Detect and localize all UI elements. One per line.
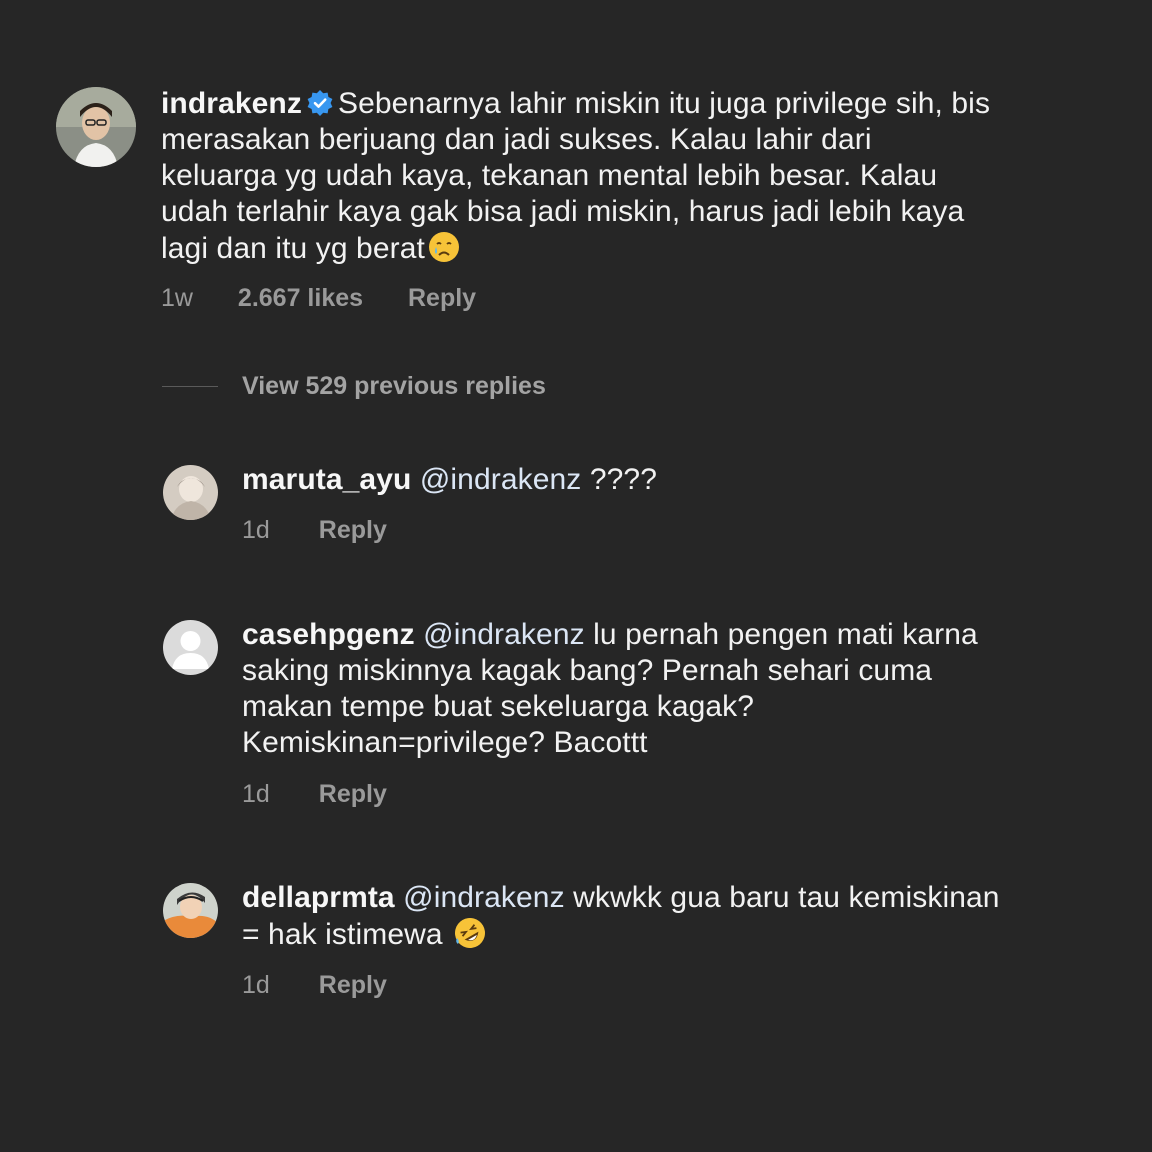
reply-time: 1d (242, 971, 270, 999)
crying-face-emoji (428, 232, 459, 262)
reply-meta: 1d Reply (242, 516, 387, 545)
main-comment: indrakenz Sebenarnya lahir miskin itu jug… (161, 86, 991, 267)
avatar-indrakenz[interactable] (56, 87, 136, 167)
reply-meta: 1d Reply (242, 780, 387, 809)
rolling-on-floor-laughing-emoji (455, 918, 486, 948)
reply-username[interactable]: maruta_ayu (242, 463, 411, 496)
mention-link[interactable]: @indrakenz (420, 463, 582, 496)
reply-body: ???? (581, 463, 657, 496)
reply-button[interactable]: Reply (319, 516, 387, 544)
reply-username[interactable]: casehpgenz (242, 618, 415, 651)
view-replies-label: View 529 previous replies (242, 372, 546, 400)
mention-link[interactable]: @indrakenz (423, 618, 585, 651)
mention-link[interactable]: @indrakenz (403, 881, 565, 914)
reply-comment: dellaprmta @indrakenz wkwkk gua baru tau… (242, 880, 1002, 953)
reply-button[interactable]: Reply (319, 971, 387, 999)
avatar-maruta-ayu[interactable] (163, 465, 218, 520)
avatar-dellaprmta[interactable] (163, 883, 218, 938)
reply-comment: casehpgenz @indrakenz lu pernah pengen m… (242, 617, 1002, 761)
reply-button[interactable]: Reply (408, 284, 476, 312)
verified-badge-icon (307, 90, 333, 116)
view-previous-replies-button[interactable]: View 529 previous replies (162, 372, 546, 401)
comment-likes[interactable]: 2.667 likes (238, 284, 363, 312)
main-comment-meta: 1w 2.667 likes Reply (161, 284, 476, 313)
reply-time: 1d (242, 780, 270, 808)
comment-username[interactable]: indrakenz (161, 87, 302, 120)
comment-time: 1w (161, 284, 193, 312)
reply-comment: maruta_ayu @indrakenz ???? (242, 462, 1002, 498)
reply-time: 1d (242, 516, 270, 544)
avatar-casehpgenz[interactable] (163, 620, 218, 675)
reply-button[interactable]: Reply (319, 780, 387, 808)
divider-line (162, 386, 218, 387)
reply-username[interactable]: dellaprmta (242, 881, 395, 914)
reply-meta: 1d Reply (242, 971, 387, 1000)
